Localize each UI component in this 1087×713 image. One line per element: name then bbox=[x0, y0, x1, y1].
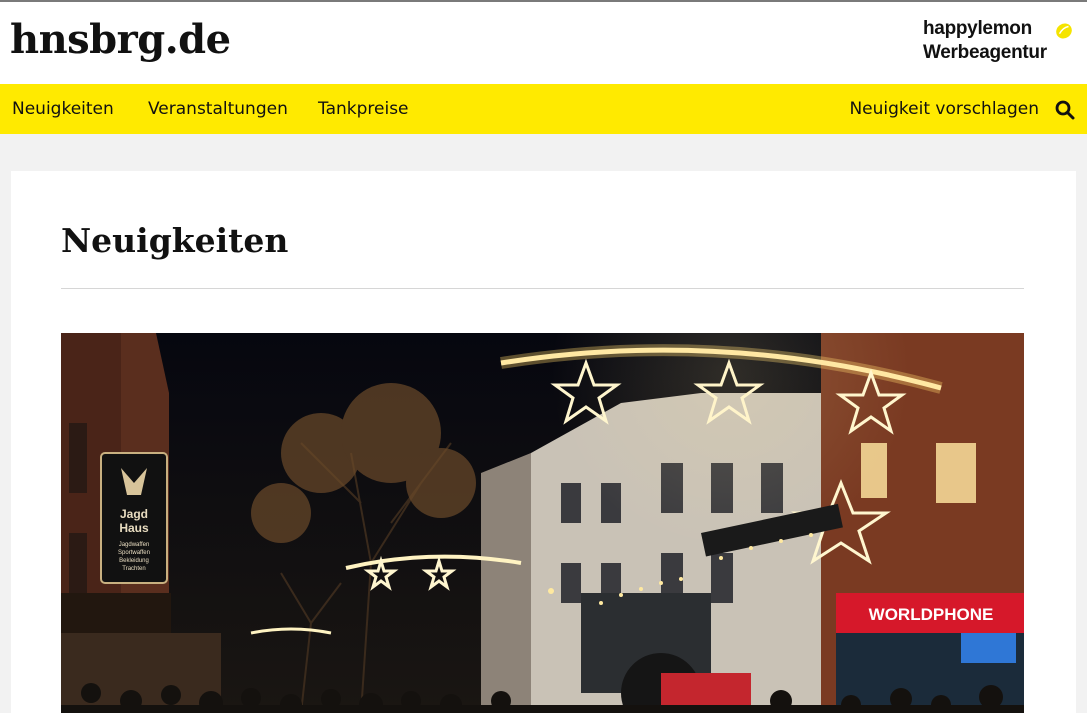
sign-jagd-sub4: Trachten bbox=[122, 566, 145, 572]
site-logo[interactable]: hnsbrg.de bbox=[10, 16, 231, 63]
main-navigation: Neuigkeiten Veranstaltungen Tankpreise N… bbox=[0, 84, 1087, 134]
news-image[interactable]: Jagd Haus Jagdwaffen Sportwaffen Bekleid… bbox=[61, 333, 1024, 713]
page-title: Neuigkeiten bbox=[61, 221, 289, 260]
christmas-street-photo: Jagd Haus Jagdwaffen Sportwaffen Bekleid… bbox=[61, 333, 1024, 713]
nav-item-tankpreise[interactable]: Tankpreise bbox=[318, 99, 409, 119]
sponsor-line-1: happylemon bbox=[923, 18, 1032, 39]
lemon-icon bbox=[1056, 23, 1072, 39]
sponsor-logo[interactable]: happylemon Werbeagentur bbox=[923, 18, 1073, 68]
search-icon[interactable] bbox=[1055, 100, 1075, 120]
title-divider bbox=[61, 288, 1024, 289]
nav-item-neuigkeiten[interactable]: Neuigkeiten bbox=[12, 99, 114, 119]
sign-jagd-line2: Haus bbox=[119, 521, 149, 535]
sign-jagd-sub1: Jagdwaffen bbox=[119, 542, 150, 548]
sign-worldphone: WORLDPHONE bbox=[869, 605, 994, 624]
nav-item-veranstaltungen[interactable]: Veranstaltungen bbox=[148, 99, 288, 119]
sign-jagd-sub3: Bekleidung bbox=[119, 558, 149, 564]
sign-jagd-line1: Jagd bbox=[120, 507, 148, 521]
main-content: Neuigkeiten Jagd Haus Jagdwaffen Sportwa… bbox=[11, 171, 1076, 713]
sponsor-line-2: Werbeagentur bbox=[923, 42, 1047, 63]
site-header: hnsbrg.de happylemon Werbeagentur bbox=[0, 2, 1087, 84]
sign-jagd-sub2: Sportwaffen bbox=[118, 550, 150, 556]
suggest-news-link[interactable]: Neuigkeit vorschlagen bbox=[849, 99, 1039, 119]
